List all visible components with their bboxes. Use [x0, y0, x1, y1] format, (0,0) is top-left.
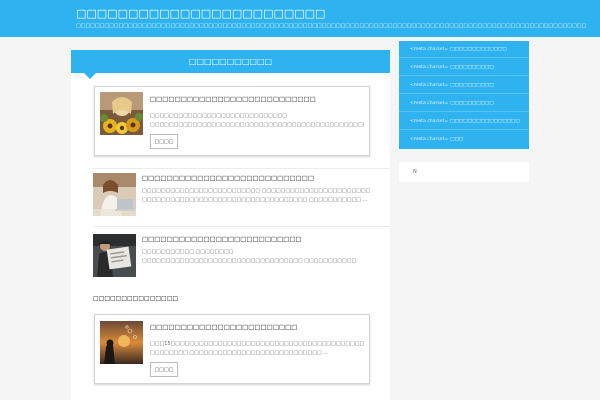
- post-excerpt: □□□15□□□□□□□□□□□□□□□□□□□□□□□□□□□□□□□□□□□…: [150, 341, 364, 356]
- woman-with-flowers-photo[interactable]: [100, 92, 143, 135]
- sidebar-item-prefix: <meta charset=: [410, 46, 449, 52]
- sidebar-item-label: □□□□□□□□□□□□□: [450, 46, 507, 52]
- woman-at-laptop-photo[interactable]: [93, 173, 136, 216]
- sidebar-item-label: □□□□□□□□□□: [450, 82, 494, 88]
- sidebar-item-label: □□□□□□□□□□: [450, 100, 494, 106]
- post-excerpt: □□□□□□□□□□□ □□□□□□□□ □□□□□□□□□□□□□□□□□□□…: [142, 249, 357, 264]
- post-divider: [93, 226, 390, 227]
- post-title[interactable]: □□□□□□□□□□□□□□□□□□□□□□□□□□□□: [142, 174, 388, 182]
- sidebar-item-3[interactable]: <meta charset= □□□□□□□□□□: [399, 77, 529, 94]
- sidebar-item-prefix: <meta charset=: [410, 64, 449, 70]
- site-description: □□□□□□□□□□□□□□□□□□□□□□□□□□□□□□□□□□□□□□□□…: [76, 23, 587, 29]
- sidebar-item-prefix: <meta charset=: [410, 82, 449, 88]
- sidebar-item-label: □□□□□□□□□□: [450, 64, 494, 70]
- sidebar-item-4[interactable]: <meta charset= □□□□□□□□□□: [399, 95, 529, 112]
- read-more-button[interactable]: □□□□: [150, 362, 178, 377]
- sidebar-item-prefix: <meta charset=: [410, 118, 449, 124]
- post-divider: [93, 168, 390, 169]
- post-excerpt: □□□□□□□□□□□□□□□□□□□□□□□□□ □□□□□□□□□□□□□□…: [142, 188, 371, 203]
- site-title[interactable]: □□□□□□□□□□□□□□□□□□□□□□□□: [76, 7, 325, 20]
- main-content: □□□□□□□□□□□ □□□□□□□□□□□□□□□□□□□□□□□□□□□ …: [71, 50, 390, 400]
- section-header-pointer: [84, 73, 96, 79]
- sidebar-item-5[interactable]: <meta charset= □□□□□□□□□□□□□□□□: [399, 113, 529, 130]
- sidebar-widget-text: N: [413, 169, 417, 175]
- featured-post-card[interactable]: □□□□□□□□□□□□□□□□□□□□□□□□ □□□15□□□□□□□□□□…: [94, 314, 370, 384]
- sidebar-item-prefix: <meta charset=: [410, 100, 449, 106]
- sunset-bubbles-photo[interactable]: [100, 321, 143, 364]
- read-more-button[interactable]: □□□□: [150, 134, 178, 149]
- site-header: □□□□□□□□□□□□□□□□□□□□□□□□ □□□□□□□□□□□□□□□…: [0, 0, 600, 37]
- sidebar-item-6[interactable]: <meta charset= □□□: [399, 131, 529, 148]
- sidebar-item-label: □□□□□□□□□□□□□□□□: [450, 118, 520, 124]
- post-excerpt: □□□□□□□□□□□□□□□□□□□□□□□□□□□□□ □□□□□□□□□□…: [150, 113, 364, 128]
- section-header: □□□□□□□□□□□: [71, 50, 390, 73]
- sidebar-item-label: □□□: [450, 137, 464, 142]
- sidebar-item-2[interactable]: <meta charset= □□□□□□□□□□: [399, 59, 529, 76]
- sidebar-widget: N: [399, 162, 529, 182]
- sidebar-item-prefix: <meta charset=: [410, 137, 449, 142]
- sidebar-item-1[interactable]: <meta charset= □□□□□□□□□□□□□: [399, 41, 529, 58]
- subsection-title: □□□□□□□□□□□□□□□: [93, 295, 179, 302]
- sidebar-menu: <meta charset= □□□□□□□□□□□□□ <meta chars…: [399, 41, 529, 149]
- post-item-3[interactable]: □□□□□□□□□□□□□□□□□□□□□□□□□□ □□□□□□□□□□□ □…: [93, 234, 390, 279]
- section-title: □□□□□□□□□□□: [188, 57, 273, 66]
- post-item-2[interactable]: □□□□□□□□□□□□□□□□□□□□□□□□□□□□ □□□□□□□□□□□…: [93, 173, 390, 218]
- post-title[interactable]: □□□□□□□□□□□□□□□□□□□□□□□□□□: [142, 235, 388, 243]
- post-card-1[interactable]: □□□□□□□□□□□□□□□□□□□□□□□□□□□ □□□□□□□□□□□□…: [94, 86, 370, 156]
- post-title[interactable]: □□□□□□□□□□□□□□□□□□□□□□□□□□□: [150, 95, 362, 103]
- man-reading-newspaper-photo[interactable]: [93, 234, 136, 277]
- post-title[interactable]: □□□□□□□□□□□□□□□□□□□□□□□□: [150, 323, 362, 331]
